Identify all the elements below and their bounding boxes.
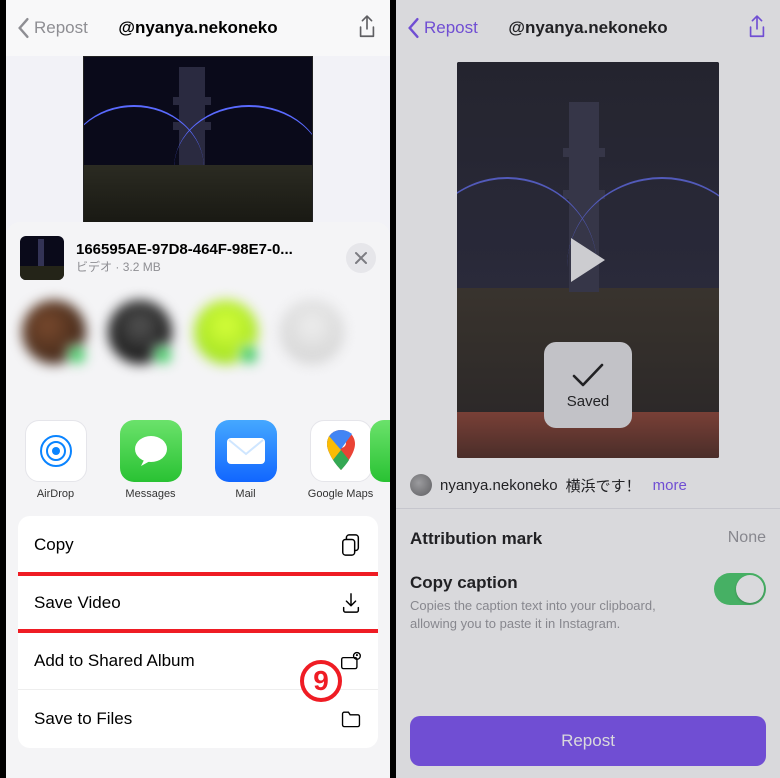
contact-avatar[interactable] [280,300,344,364]
page-title: @nyanya.nekoneko [508,18,667,38]
back-label: Repost [34,18,88,38]
back-button[interactable]: Repost [16,17,88,39]
copy-icon [340,533,362,557]
folder-icon [340,707,362,731]
action-copy[interactable]: Copy [18,516,378,574]
shared-album-icon [340,649,362,673]
close-icon [354,251,368,265]
share-app-partial[interactable] [370,420,392,482]
back-label: Repost [424,18,478,38]
mail-icon [215,420,277,482]
setting-attribution[interactable]: Attribution mark None [410,517,766,561]
download-icon [340,591,362,615]
contact-avatar[interactable] [194,300,258,364]
contact-avatar[interactable] [108,300,172,364]
nav-bar: Repost @nyanya.nekoneko [396,0,780,56]
left-screenshot: Repost @nyanya.nekoneko 166595AE-97D8-46… [0,0,396,778]
play-icon [571,238,605,282]
file-thumbnail [20,236,64,280]
share-app-airdrop[interactable]: AirDrop [8,420,103,500]
google-maps-icon [310,420,372,482]
share-app-mail[interactable]: Mail [198,420,293,500]
setting-copy-caption: Copy caption Copies the caption text int… [410,561,766,644]
back-button[interactable]: Repost [406,17,478,39]
right-screenshot: Repost @nyanya.nekoneko Saved nyanya.nek… [396,0,780,778]
copy-caption-toggle[interactable] [714,573,766,605]
saved-toast: Saved [544,342,632,428]
nav-bar: Repost @nyanya.nekoneko [6,0,390,56]
share-actions-list: Copy Save Video Add to Shared Album Save… [18,516,378,748]
chevron-left-icon [16,17,30,39]
caption-more-link[interactable]: more [653,477,687,494]
file-meta: ビデオ · 3.2 MB [76,258,334,275]
caption-text: 横浜です！ [566,475,641,496]
airdrop-icon [25,420,87,482]
share-icon[interactable] [356,14,378,42]
user-avatar[interactable] [410,474,432,496]
share-icon[interactable] [746,14,768,42]
annotation-step-number: 9 [300,660,342,702]
background-video-thumbnail [83,56,313,236]
share-sheet-header: 166595AE-97D8-464F-98E7-0... ビデオ · 3.2 M… [6,222,390,290]
action-save-video[interactable]: Save Video [18,574,378,632]
share-apps-row: AirDrop Messages Mail Google Maps [6,406,390,506]
page-title: @nyanya.nekoneko [118,18,277,38]
file-name: 166595AE-97D8-464F-98E7-0... [76,241,334,258]
share-app-messages[interactable]: Messages [103,420,198,500]
messages-icon [120,420,182,482]
settings-section: Attribution mark None Copy caption Copie… [396,513,780,658]
checkmark-icon [571,361,605,389]
video-preview[interactable]: Saved [457,62,719,458]
caption-row: nyanya.nekoneko 横浜です！ more [396,458,780,508]
caption-username: nyanya.nekoneko [440,477,558,494]
chevron-left-icon [406,17,420,39]
share-contacts-row [6,290,390,406]
close-button[interactable] [346,243,376,273]
contact-avatar[interactable] [22,300,86,364]
repost-button[interactable]: Repost [410,716,766,766]
